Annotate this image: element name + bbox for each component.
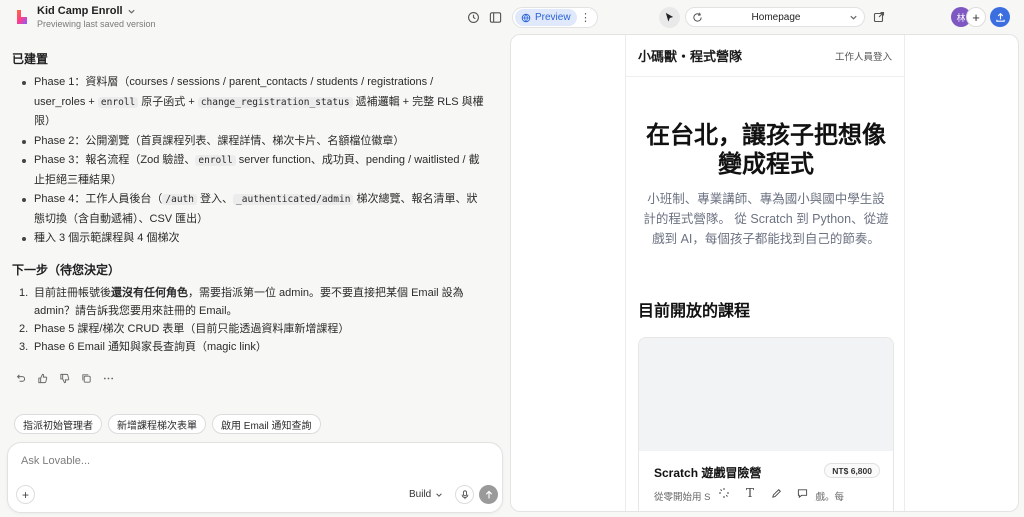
suggestion-chips: 指派初始管理者 新增課程梯次表單 啟用 Email 通知查詢 [14,414,321,434]
plus-icon: + [972,9,980,25]
route-label: Homepage [751,11,801,23]
thumbs-down-icon[interactable] [58,372,70,384]
route-selector[interactable]: Homepage [685,7,865,27]
courses-section-title: 目前開放的課程 [638,303,751,320]
list-item: Phase 4：工作人員後台（/auth 登入、 _authenticated/a… [12,190,497,229]
mobile-viewport: 小碼獸・程式營隊 工作人員登入 在台北，讓孩子把想像 變成程式 小班制、專業講師… [625,35,905,511]
list-item: 1. 目前註冊帳號後還沒有任何角色，需要指派第一位 admin。要不要直接把某個… [19,286,464,317]
suggestion-chip[interactable]: 啟用 Email 通知查詢 [212,414,321,434]
top-bar: Kid Camp Enroll Previewing last saved ve… [0,0,1024,34]
list-item: 種入 3 個示範課程與 4 個梯次 [12,229,497,249]
list-item: Phase 1：資料層（courses / sessions / parent_… [12,73,497,132]
open-external-icon[interactable] [871,9,887,25]
project-switcher[interactable]: Kid Camp Enroll Previewing last saved ve… [37,5,156,29]
price-badge: NT$ 6,800 [824,463,880,478]
copy-icon[interactable] [80,372,92,384]
magic-select-icon[interactable] [715,484,733,502]
attach-button[interactable]: + [16,485,35,504]
chat-composer: + Build [7,442,503,513]
project-subtitle: Previewing last saved version [37,19,156,29]
cursor-arrow-icon [665,12,674,22]
globe-icon [521,13,531,22]
lovable-logo-icon[interactable] [14,9,30,25]
project-title: Kid Camp Enroll [37,5,123,17]
preview-panel: 小碼獸・程式營隊 工作人員登入 在台北，讓孩子把想像 變成程式 小班制、專業講師… [510,34,1019,512]
comment-icon[interactable] [793,484,811,502]
mode-label: Build [409,489,432,500]
send-button[interactable] [479,485,498,504]
built-heading: 已建置 [12,52,49,66]
chat-panel: 已建置 Phase 1：資料層（courses / sessions / par… [0,34,508,517]
next-steps-heading: 下一步（待您決定） [12,262,121,277]
undo-icon[interactable] [14,372,26,384]
preview-label: Preview [535,12,571,23]
hero-title: 在台北，讓孩子把想像 變成程式 [646,122,886,178]
invite-button[interactable]: + [966,7,986,27]
list-item: 2. Phase 5 課程/梯次 CRUD 表單（目前只能透過資料庫新增課程） [19,322,350,335]
course-image [639,338,893,451]
built-list: Phase 1：資料層（courses / sessions / parent_… [12,73,497,249]
refresh-icon[interactable] [692,12,703,23]
staff-login-link[interactable]: 工作人員登入 [835,49,892,63]
history-icon[interactable] [465,9,481,25]
plus-icon: + [21,487,29,502]
next-steps-list: 1. 目前註冊帳號後還沒有任何角色，需要指派第一位 admin。要不要直接把某個… [12,284,497,356]
list-item: Phase 3：報名流程（Zod 驗證、 enroll server functi… [12,151,497,190]
edit-toolbar: T [711,481,815,505]
chevron-down-icon [436,492,443,497]
chat-input[interactable] [21,455,321,467]
suggestion-chip[interactable]: 新增課程梯次表單 [108,414,206,434]
publish-button[interactable] [990,7,1010,27]
hero-subtitle: 小班制、專業講師、專為國小與國中學生設 計的程式營隊。 從 Scratch 到 … [643,192,889,246]
list-item: Phase 2：公開瀏覽（首頁課程列表、課程詳情、梯次卡片、名額檔位徽章） [12,132,497,152]
suggestion-chip[interactable]: 指派初始管理者 [14,414,102,434]
upload-icon [995,12,1005,22]
sidebar-toggle-icon[interactable] [487,9,503,25]
more-horizontal-icon[interactable] [102,372,114,384]
chevron-down-icon [849,13,858,22]
preview-tab[interactable]: Preview [515,9,577,26]
thumbs-up-icon[interactable] [36,372,48,384]
list-item: 3. Phase 6 Email 通知與家長查詢頁（magic link） [19,340,267,353]
mode-selector[interactable]: Build [409,489,443,500]
site-brand[interactable]: 小碼獸・程式營隊 [638,46,742,65]
site-header: 小碼獸・程式營隊 工作人員登入 [626,35,904,77]
view-mode-toggle: Preview ⋮ [512,7,598,28]
select-element-button[interactable] [659,7,680,28]
more-options-icon[interactable]: ⋮ [580,11,591,24]
assistant-message: 已建置 Phase 1：資料層（courses / sessions / par… [12,50,497,356]
arrow-up-icon [485,490,492,498]
chevron-down-icon [127,9,135,14]
text-tool-icon[interactable]: T [741,484,759,502]
microphone-icon [461,489,468,499]
voice-input-button[interactable] [455,485,474,504]
pencil-icon[interactable] [767,484,785,502]
message-actions [14,372,114,384]
